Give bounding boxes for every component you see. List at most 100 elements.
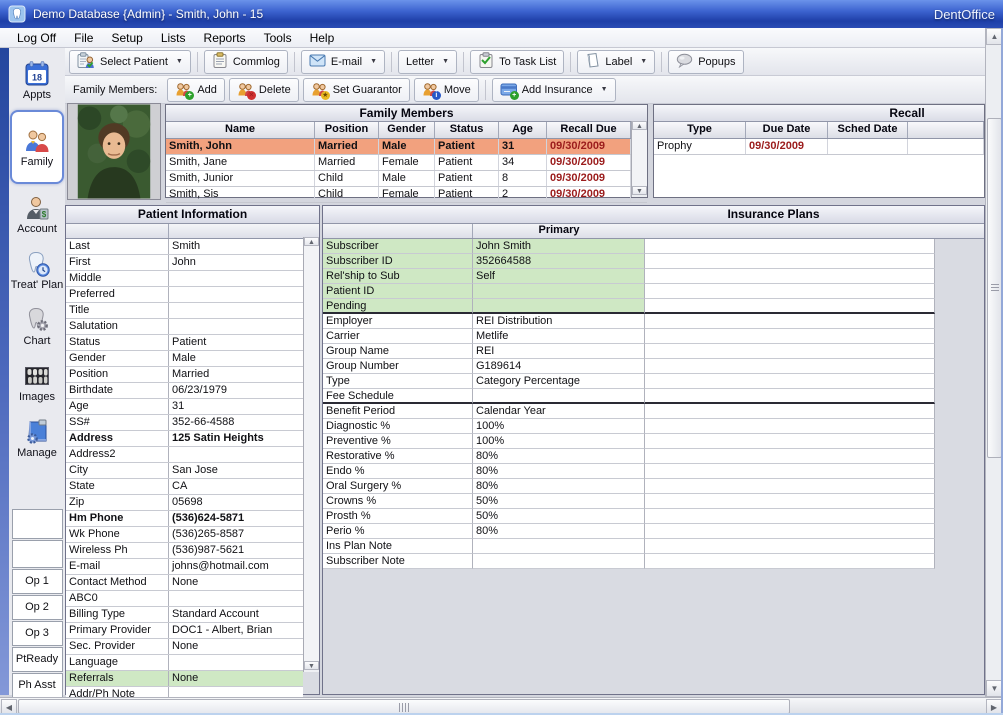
scroll-down-icon[interactable]: ▼ [632, 186, 647, 195]
label-button[interactable]: Label ▼ [577, 50, 655, 74]
insurance-row[interactable]: Group NumberG189614 [323, 359, 935, 374]
sidebar-empty-slot[interactable] [12, 540, 63, 568]
vertical-scroll-thumb[interactable] [987, 118, 1002, 458]
insurance-row[interactable]: Group NameREI [323, 344, 935, 359]
popups-button[interactable]: Popups [668, 50, 743, 74]
patient-info-row[interactable]: ReferralsNone [66, 671, 303, 687]
email-button[interactable]: E-mail ▼ [301, 50, 385, 74]
patient-photo[interactable] [67, 103, 161, 200]
insurance-row[interactable]: Oral Surgery %80% [323, 479, 935, 494]
to-task-list-button[interactable]: To Task List [470, 50, 564, 74]
insurance-row[interactable]: CarrierMetlife [323, 329, 935, 344]
sidebar-item-manage[interactable]: Manage [9, 410, 65, 466]
patient-info-row[interactable]: GenderMale [66, 351, 303, 367]
patient-info-row[interactable]: StateCA [66, 479, 303, 495]
patient-info-row[interactable]: LastSmith [66, 239, 303, 255]
menu-item-reports[interactable]: Reports [195, 29, 255, 47]
insurance-row[interactable]: Subscriber Note [323, 554, 935, 569]
email-dropdown-icon[interactable]: ▼ [370, 58, 377, 65]
menu-item-lists[interactable]: Lists [152, 29, 195, 47]
patient-info-row[interactable]: Birthdate06/23/1979 [66, 383, 303, 399]
delete-family-member-button[interactable]: ✕ Delete [229, 78, 299, 102]
label-dropdown-icon[interactable]: ▼ [640, 58, 647, 65]
sidebar-op-op-1[interactable]: Op 1 [12, 569, 63, 594]
sidebar-op-op-2[interactable]: Op 2 [12, 595, 63, 620]
menu-item-setup[interactable]: Setup [102, 29, 151, 47]
scroll-down-icon[interactable]: ▼ [304, 661, 319, 670]
insurance-row[interactable]: Perio %80% [323, 524, 935, 539]
menu-item-file[interactable]: File [65, 29, 102, 47]
add-insurance-button[interactable]: + Add Insurance ▼ [492, 78, 616, 102]
commlog-button[interactable]: Commlog [204, 50, 288, 74]
move-button[interactable]: i Move [414, 78, 479, 102]
patient-info-row[interactable]: Hm Phone(536)624-5871 [66, 511, 303, 527]
family-member-row[interactable]: Smith, SisChildFemalePatient209/30/2009 [166, 187, 647, 203]
scroll-up-icon[interactable]: ▲ [304, 237, 319, 246]
patient-info-row[interactable]: SS#352-66-4588 [66, 415, 303, 431]
sidebar-item-chart[interactable]: Chart [9, 298, 65, 354]
patient-info-row[interactable]: Contact MethodNone [66, 575, 303, 591]
patient-info-row[interactable]: Billing TypeStandard Account [66, 607, 303, 623]
family-member-row[interactable]: Smith, JohnMarriedMalePatient3109/30/200… [166, 139, 647, 155]
insurance-row[interactable]: Preventive %100% [323, 434, 935, 449]
scroll-track[interactable] [632, 130, 647, 186]
family-member-row[interactable]: Smith, JaneMarriedFemalePatient3409/30/2… [166, 155, 647, 171]
insurance-row[interactable]: Prosth %50% [323, 509, 935, 524]
family-member-row[interactable]: Smith, JuniorChildMalePatient809/30/2009 [166, 171, 647, 187]
patient-info-row[interactable]: ABC0 [66, 591, 303, 607]
sidebar-item-account[interactable]: $ Account [9, 186, 65, 242]
menu-item-tools[interactable]: Tools [255, 29, 301, 47]
insurance-row[interactable]: EmployerREI Distribution [323, 314, 935, 329]
insurance-row[interactable]: SubscriberJohn Smith [323, 239, 935, 254]
patient-info-row[interactable]: Title [66, 303, 303, 319]
letter-button[interactable]: Letter ▼ [398, 50, 457, 74]
set-guarantor-button[interactable]: ★ Set Guarantor [303, 78, 410, 102]
sidebar-op-ph-asst[interactable]: Ph Asst [12, 673, 63, 698]
insurance-row[interactable]: TypeCategory Percentage [323, 374, 935, 389]
sidebar-op-ptready[interactable]: PtReady [12, 647, 63, 672]
scroll-left-icon[interactable]: ◀ [1, 699, 17, 714]
sidebar-item-treat-plan[interactable]: Treat' Plan [9, 242, 65, 298]
horizontal-scroll-thumb[interactable] [18, 699, 790, 714]
insurance-row[interactable]: Subscriber ID352664588 [323, 254, 935, 269]
patient-info-row[interactable]: E-mailjohns@hotmail.com [66, 559, 303, 575]
sidebar-item-images[interactable]: Images [9, 354, 65, 410]
insurance-row[interactable]: Pending [323, 299, 935, 314]
patient-info-row[interactable]: Address2 [66, 447, 303, 463]
patient-info-row[interactable]: Preferred [66, 287, 303, 303]
add-family-member-button[interactable]: + Add [167, 78, 225, 102]
recall-row[interactable]: Prophy09/30/2009 [654, 139, 984, 155]
patient-info-row[interactable]: Language [66, 655, 303, 671]
menu-item-help[interactable]: Help [301, 29, 344, 47]
patient-info-row[interactable]: Wk Phone(536)265-8587 [66, 527, 303, 543]
patient-info-row[interactable]: Sec. ProviderNone [66, 639, 303, 655]
select-patient-button[interactable]: Select Patient ▼ [69, 50, 191, 74]
patient-info-row[interactable]: CitySan Jose [66, 463, 303, 479]
insurance-row[interactable]: Rel'ship to SubSelf [323, 269, 935, 284]
insurance-row[interactable]: Fee Schedule [323, 389, 935, 404]
sidebar-empty-slot[interactable] [12, 509, 63, 539]
patient-info-row[interactable]: Wireless Ph(536)987-5621 [66, 543, 303, 559]
sidebar-item-family[interactable]: Family [10, 110, 64, 184]
patient-info-row[interactable]: StatusPatient [66, 335, 303, 351]
patient-info-row[interactable]: Address125 Satin Heights [66, 431, 303, 447]
patient-info-row[interactable]: Zip05698 [66, 495, 303, 511]
insurance-row[interactable]: Endo %80% [323, 464, 935, 479]
add-insurance-dropdown-icon[interactable]: ▼ [601, 86, 608, 93]
patient-info-row[interactable]: FirstJohn [66, 255, 303, 271]
scroll-right-icon[interactable]: ▶ [986, 699, 1002, 714]
insurance-row[interactable]: Benefit PeriodCalendar Year [323, 404, 935, 419]
patient-info-row[interactable]: Middle [66, 271, 303, 287]
patient-info-row[interactable]: Salutation [66, 319, 303, 335]
insurance-row[interactable]: Restorative %80% [323, 449, 935, 464]
patient-information-scrollbar[interactable]: ▲ ▼ [303, 237, 319, 672]
patient-info-row[interactable]: Age31 [66, 399, 303, 415]
insurance-row[interactable]: Crowns %50% [323, 494, 935, 509]
menu-item-log-off[interactable]: Log Off [8, 29, 65, 47]
insurance-row[interactable]: Ins Plan Note [323, 539, 935, 554]
letter-dropdown-icon[interactable]: ▼ [442, 58, 449, 65]
scroll-track[interactable] [304, 246, 319, 661]
sidebar-item-appts[interactable]: 18 Appts [9, 52, 65, 108]
family-members-scrollbar[interactable]: ▲ ▼ [631, 121, 647, 197]
select-patient-dropdown-icon[interactable]: ▼ [176, 58, 183, 65]
